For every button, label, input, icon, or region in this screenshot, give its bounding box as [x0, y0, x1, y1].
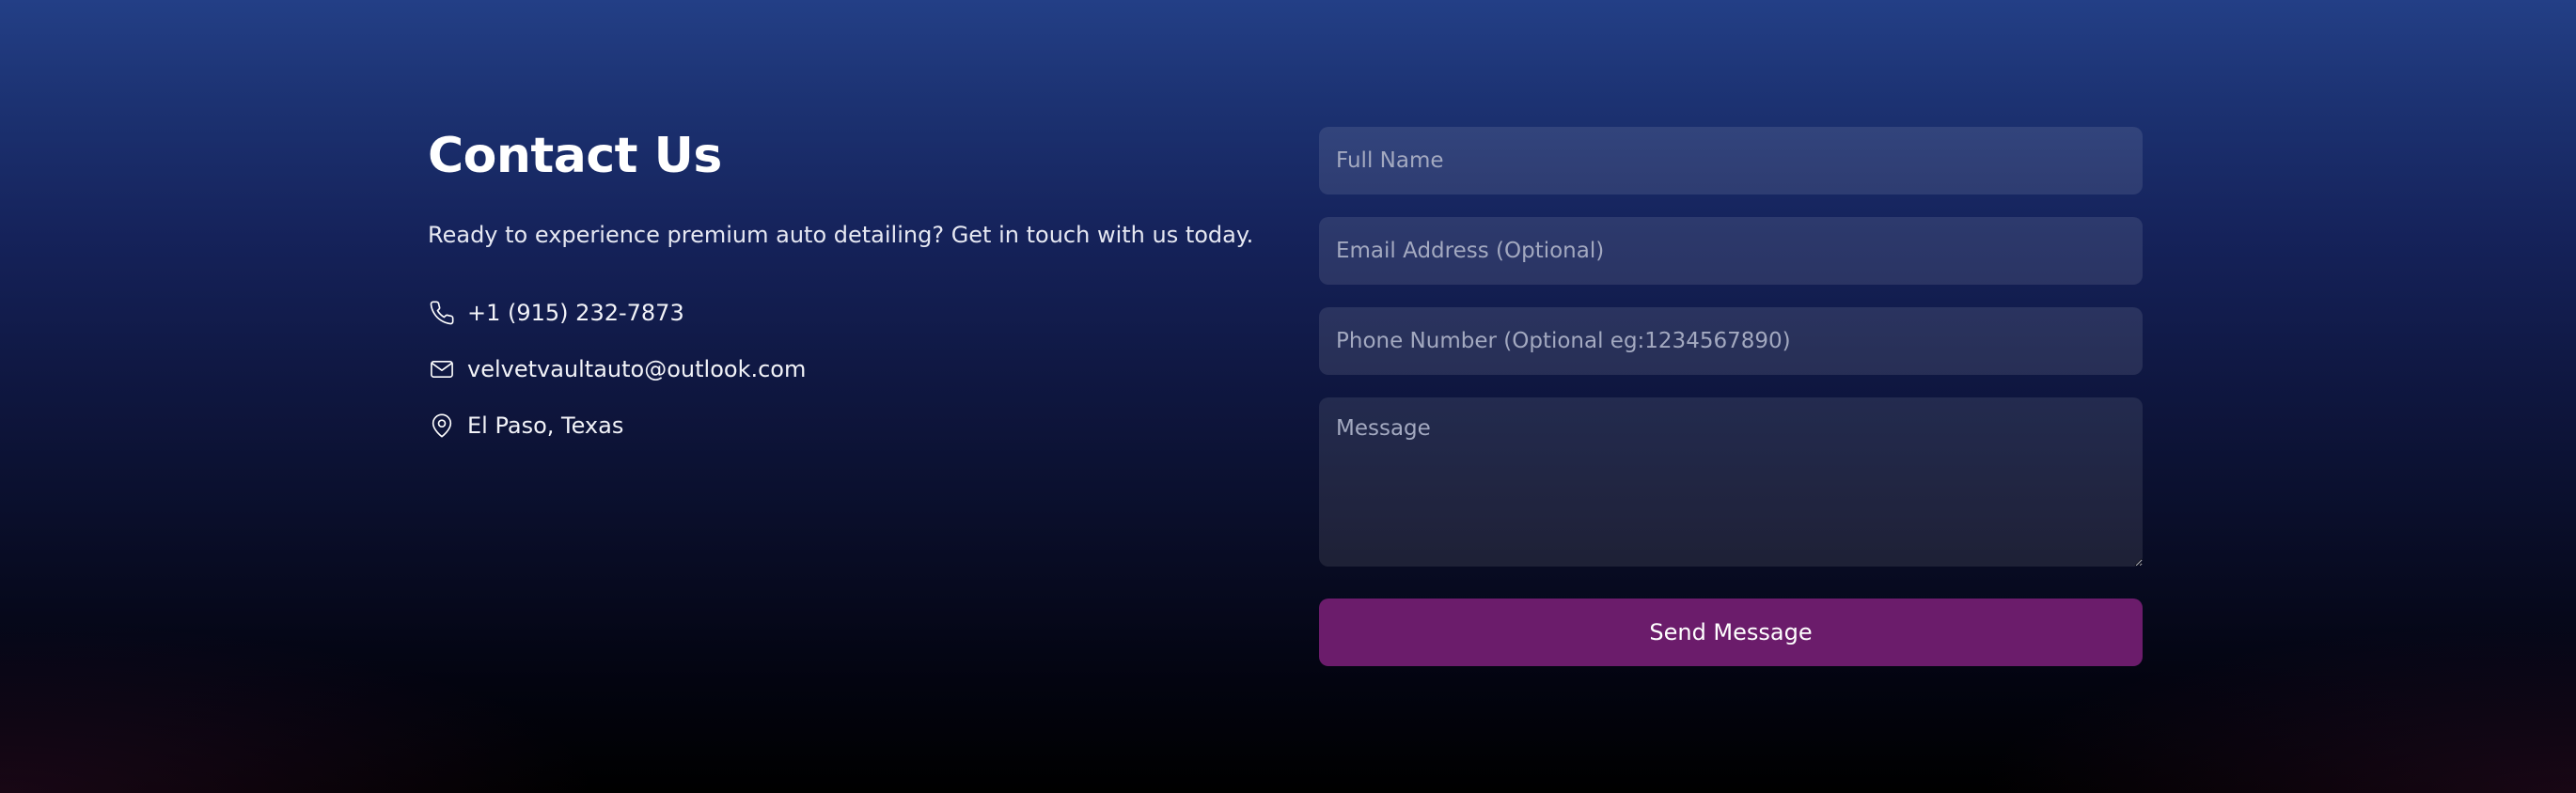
full-name-input[interactable] [1319, 127, 2143, 194]
mail-icon [428, 355, 456, 383]
contact-email-row: velvetvaultauto@outlook.com [428, 353, 806, 385]
contact-location-text: El Paso, Texas [467, 412, 624, 439]
contact-email-text: velvetvaultauto@outlook.com [467, 356, 807, 382]
contact-location-row: El Paso, Texas [428, 410, 806, 442]
contact-info-panel: Contact Us Ready to experience premium a… [428, 126, 1255, 439]
contact-subtitle: Ready to experience premium auto detaili… [428, 222, 1254, 248]
email-input[interactable] [1319, 217, 2143, 285]
contact-info-list: +1 (915) 232-7873 velvetvaultauto@outloo… [428, 297, 806, 466]
send-message-button[interactable]: Send Message [1319, 599, 2143, 666]
contact-section: Contact Us Ready to experience premium a… [0, 0, 2576, 793]
contact-form: Send Message [1319, 127, 2143, 666]
message-textarea[interactable] [1319, 397, 2143, 567]
phone-icon [428, 299, 456, 327]
contact-phone-row: +1 (915) 232-7873 [428, 297, 806, 329]
contact-phone-text: +1 (915) 232-7873 [467, 300, 684, 326]
map-pin-icon [428, 412, 456, 440]
phone-input[interactable] [1319, 307, 2143, 375]
page-title: Contact Us [428, 128, 722, 184]
